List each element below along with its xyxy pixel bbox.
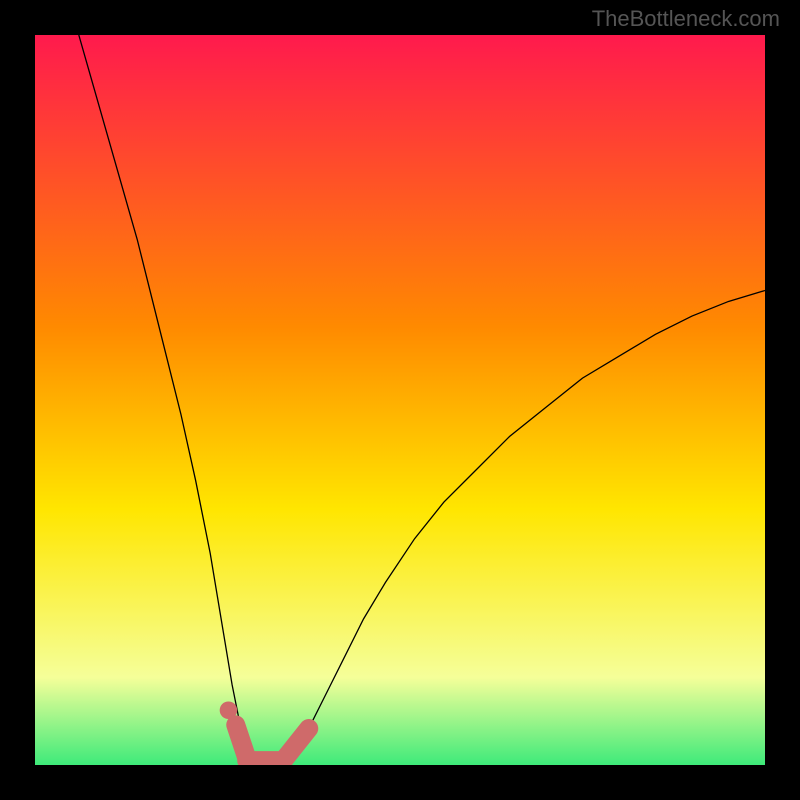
chart-svg <box>35 35 765 765</box>
gradient-background <box>35 35 765 765</box>
plot-area <box>35 35 765 765</box>
watermark-text: TheBottleneck.com <box>592 6 780 32</box>
chart-container: TheBottleneck.com <box>0 0 800 800</box>
